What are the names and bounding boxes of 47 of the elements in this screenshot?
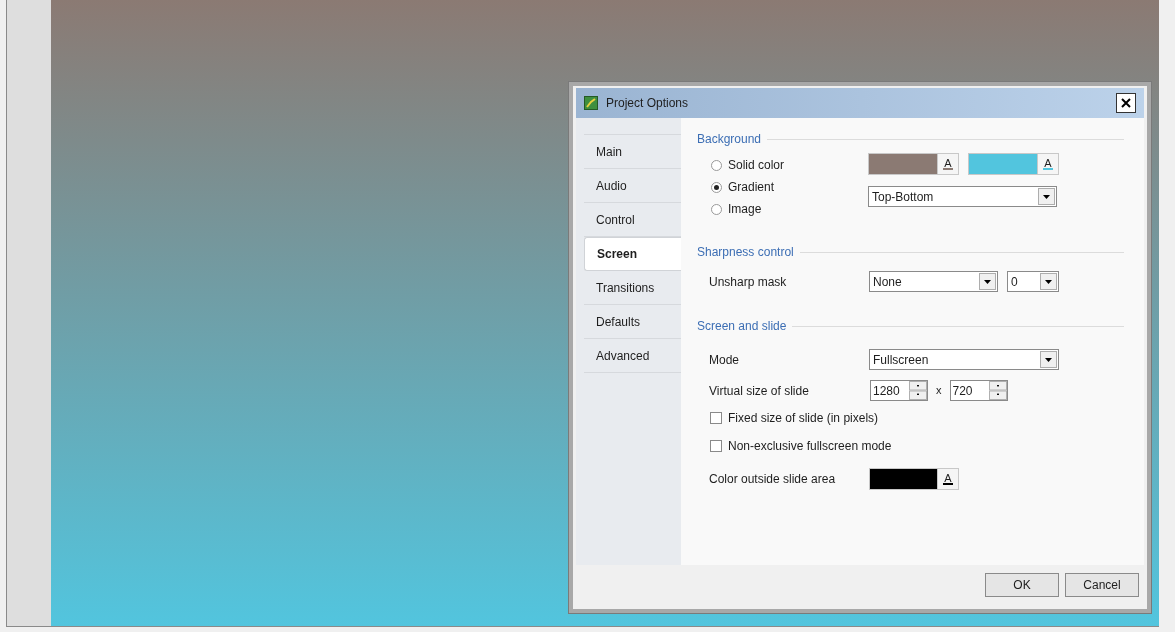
dropdown-button[interactable] bbox=[1040, 273, 1057, 290]
color-picker-button[interactable]: A bbox=[937, 154, 958, 174]
section-title: Screen and slide bbox=[697, 318, 787, 335]
spin-arrows-icon bbox=[909, 381, 927, 400]
tab[interactable]: Screen bbox=[584, 237, 682, 271]
section-title: Sharpness control bbox=[697, 244, 794, 261]
checkbox-label: Fixed size of slide (in pixels) bbox=[728, 410, 879, 427]
chart-icon bbox=[584, 96, 598, 110]
window-title: Project Options bbox=[606, 95, 689, 112]
radio-button[interactable] bbox=[711, 203, 722, 215]
radio-button[interactable] bbox=[711, 181, 722, 193]
field-label: Virtual size of slide bbox=[709, 382, 810, 400]
dropdown-button[interactable] bbox=[1040, 351, 1057, 368]
color-swatch[interactable] bbox=[870, 469, 937, 489]
field-label: Unsharp mask bbox=[709, 273, 788, 291]
color-picker-button[interactable]: A bbox=[1037, 154, 1058, 174]
color-swatch[interactable] bbox=[869, 154, 937, 174]
down-arrow-icon bbox=[1043, 194, 1050, 199]
section-title: Background bbox=[697, 131, 762, 148]
number-spinner[interactable]: 720 bbox=[949, 380, 1008, 401]
close-button[interactable] bbox=[1116, 93, 1136, 113]
down-arrow-icon bbox=[1045, 357, 1052, 362]
down-arrow-icon bbox=[984, 279, 991, 284]
checkbox-label: Non-exclusive fullscreen mode bbox=[728, 438, 892, 455]
radio-button[interactable] bbox=[711, 159, 722, 171]
dropdown[interactable]: Fullscreen bbox=[869, 349, 1059, 370]
checkbox[interactable] bbox=[710, 412, 722, 424]
close-icon bbox=[1121, 98, 1131, 108]
dialog-button[interactable]: Cancel bbox=[1065, 573, 1139, 597]
option-label: Image bbox=[728, 201, 762, 218]
dropdown[interactable]: 0 bbox=[1007, 271, 1059, 292]
dropdown[interactable]: Top-Bottom bbox=[868, 186, 1057, 207]
down-arrow-icon bbox=[1045, 279, 1052, 284]
option-label: Solid color bbox=[728, 157, 785, 174]
dialog-button[interactable]: OK bbox=[985, 573, 1059, 597]
dropdown[interactable]: None bbox=[869, 271, 998, 292]
color-picker-button[interactable]: A bbox=[937, 469, 958, 489]
separator-label: x bbox=[936, 383, 942, 399]
field-label: Mode bbox=[709, 351, 741, 369]
spin-arrows-icon bbox=[988, 381, 1007, 400]
option-label: Gradient bbox=[728, 179, 775, 196]
checkbox[interactable] bbox=[710, 440, 722, 452]
dropdown-button[interactable] bbox=[979, 273, 996, 290]
number-spinner[interactable]: 1280 bbox=[870, 380, 928, 401]
color-swatch[interactable] bbox=[969, 154, 1037, 174]
dropdown-button[interactable] bbox=[1038, 188, 1055, 205]
field-label: Color outside slide area bbox=[709, 471, 837, 488]
